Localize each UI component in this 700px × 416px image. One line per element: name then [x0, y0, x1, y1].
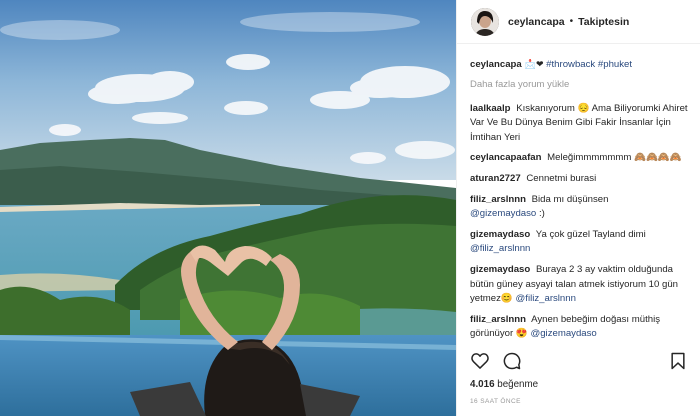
- comment-text: Bida mı düşünsen: [531, 193, 609, 205]
- action-bar: [470, 350, 688, 372]
- caption-emoji: 📩❤: [524, 60, 544, 70]
- comment-item: filiz_arslnnn Aynen bebeğim doğası müthi…: [470, 313, 690, 342]
- comment-username[interactable]: filiz_arslnnn: [470, 314, 526, 325]
- comment-text-suffix: :): [536, 208, 545, 220]
- bookmark-icon: [671, 352, 685, 370]
- post-side-panel: ceylancapa • Takiptesin ceylancapa 📩❤ #th…: [456, 0, 700, 416]
- phuket-landscape-image: [0, 0, 456, 416]
- comment-username[interactable]: laalkaalp: [470, 103, 511, 114]
- comment-button[interactable]: [502, 351, 522, 371]
- comment-text: Cennetmi burasi: [526, 172, 597, 184]
- load-more-comments-button[interactable]: Daha fazla yorum yükle: [470, 79, 690, 90]
- likes-label: beğenme: [497, 379, 539, 390]
- comment-text: Ya çok güzel Tayland dimi: [535, 228, 646, 240]
- profile-photo-icon: [471, 7, 499, 36]
- like-button[interactable]: [470, 351, 490, 371]
- comment-text: Meleğimmmmmmm 🙈🙈🙈🙈: [547, 152, 682, 164]
- comment-username[interactable]: ceylancapaafan: [470, 152, 541, 163]
- comment-mention[interactable]: @gizemaydaso: [530, 328, 596, 339]
- comment-username[interactable]: gizemaydaso: [470, 264, 530, 275]
- comment-item: gizemaydaso Buraya 2 3 ay vaktim olduğun…: [470, 263, 690, 307]
- hashtag-throwback[interactable]: #throwback: [546, 59, 595, 70]
- post-photo[interactable]: [0, 0, 456, 416]
- comment-item: gizemaydaso Ya çok güzel Tayland dimi @f…: [470, 228, 690, 257]
- avatar[interactable]: [471, 7, 499, 36]
- comment-username[interactable]: filiz_arslnnn: [470, 194, 526, 205]
- likes-count[interactable]: 4.016 beğenme: [470, 379, 538, 390]
- separator-dot: •: [569, 16, 574, 27]
- following-button[interactable]: Takiptesin: [578, 16, 629, 28]
- comment-mention[interactable]: @filiz_arslnnn: [516, 293, 576, 304]
- post-author-username[interactable]: ceylancapa: [508, 16, 565, 28]
- caption: ceylancapa 📩❤ #throwback #phuket: [470, 58, 690, 73]
- comment-item: aturan2727 Cennetmi burasi: [470, 172, 690, 187]
- caption-username[interactable]: ceylancapa: [470, 59, 522, 70]
- comment-username[interactable]: gizemaydaso: [470, 229, 530, 240]
- heart-icon: [471, 353, 489, 369]
- post-timestamp: 16 SAAT ÖNCE: [470, 398, 521, 405]
- comment-username[interactable]: aturan2727: [470, 173, 521, 184]
- comments-section: ceylancapa 📩❤ #throwback #phuket Daha faz…: [470, 58, 690, 348]
- hashtag-phuket[interactable]: #phuket: [598, 59, 632, 70]
- comment-mention[interactable]: @filiz_arslnnn: [470, 243, 530, 254]
- save-button[interactable]: [668, 351, 688, 371]
- comment-item: filiz_arslnnn Bida mı düşünsen @gizemayd…: [470, 193, 690, 222]
- comment-icon: [503, 352, 521, 370]
- comment-item: ceylancapaafan Meleğimmmmmmm 🙈🙈🙈🙈: [470, 151, 690, 166]
- instagram-post: ceylancapa • Takiptesin ceylancapa 📩❤ #th…: [0, 0, 700, 416]
- likes-number: 4.016: [470, 379, 495, 390]
- comment-mention[interactable]: @gizemaydaso: [470, 208, 536, 219]
- post-header: ceylancapa • Takiptesin: [457, 0, 700, 44]
- comment-item: laalkaalp Kıskanıyorum 😔 Ama Biliyorumki…: [470, 102, 690, 146]
